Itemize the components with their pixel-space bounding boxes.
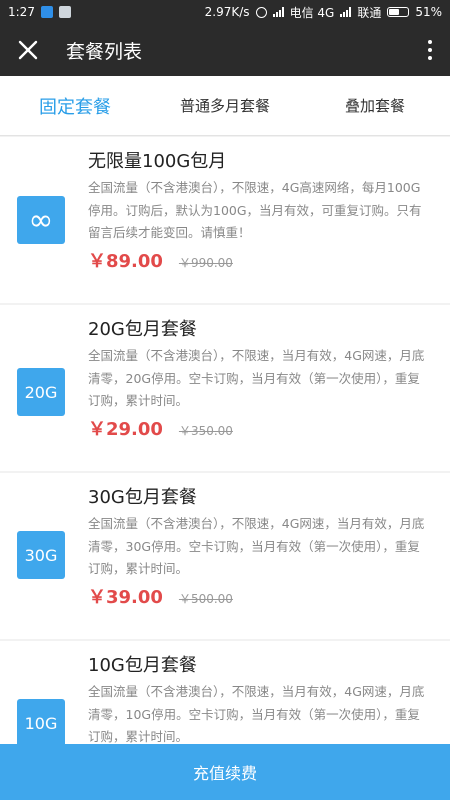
signal-icon-2 [340, 7, 352, 17]
plan-body: 20G包月套餐 全国流量（不含港澳台），不限速，当月有效，4G网速，月底清零，2… [88, 317, 426, 441]
battery-icon [387, 7, 410, 17]
plan-description: 全国流量（不含港澳台），不限速，当月有效，4G网速，月底清零，10G停用。空卡订… [88, 684, 425, 744]
plan-list: ∞ 无限量100G包月 全国流量（不含港澳台），不限速，4G高速网络，每月100… [0, 137, 450, 744]
close-icon [18, 40, 38, 60]
plan-body: 10G包月套餐 全国流量（不含港澳台），不限速，当月有效，4G网速，月底清零，1… [88, 653, 426, 744]
plan-badge-10g: 10G [17, 699, 65, 744]
plan-original-price: ￥350.00 [178, 423, 233, 438]
plan-price: ￥29.00 [88, 418, 163, 440]
plan-description: 全国流量（不含港澳台），不限速，4G网速，当月有效，月底清零，30G停用。空卡订… [88, 516, 425, 576]
status-right: 2.97K/s 电信 4G 联通 51% [205, 4, 442, 21]
plan-badge-20g: 20G [17, 368, 65, 416]
infinity-icon: ∞ [17, 196, 65, 244]
app-notification-icon [40, 6, 53, 18]
close-button[interactable] [0, 24, 56, 76]
recharge-button[interactable]: 充值续费 [0, 744, 450, 800]
more-vertical-icon [428, 40, 432, 44]
plan-title: 10G包月套餐 [88, 655, 197, 676]
plan-card-unlimited-100g[interactable]: ∞ 无限量100G包月 全国流量（不含港澳台），不限速，4G高速网络，每月100… [0, 137, 450, 303]
plan-title: 20G包月套餐 [88, 319, 197, 340]
carrier-2: 联通 [357, 5, 382, 20]
plan-prices: ￥29.00 ￥350.00 [88, 415, 426, 441]
plan-price: ￥39.00 [88, 586, 163, 608]
alarm-icon [255, 6, 267, 18]
plan-description: 全国流量（不含港澳台），不限速，4G高速网络，每月100G停用。订购后，默认为1… [88, 180, 422, 240]
battery-level: 51% [415, 5, 442, 19]
plan-body: 30G包月套餐 全国流量（不含港澳台），不限速，4G网速，当月有效，月底清零，3… [88, 485, 426, 609]
plan-card-30g[interactable]: 30G 30G包月套餐 全国流量（不含港澳台），不限速，4G网速，当月有效，月底… [0, 473, 450, 639]
message-notification-icon [58, 6, 71, 18]
plan-prices: ￥39.00 ￥500.00 [88, 583, 426, 609]
plan-title: 30G包月套餐 [88, 487, 197, 508]
plan-badge-30g: 30G [17, 531, 65, 579]
title-bar: 套餐列表 [0, 24, 450, 76]
status-left: 1:27 [8, 5, 71, 19]
plan-card-10g[interactable]: 10G 10G包月套餐 全国流量（不含港澳台），不限速，当月有效，4G网速，月底… [0, 641, 450, 744]
page-title: 套餐列表 [66, 40, 143, 63]
tab-addon-plans[interactable]: 叠加套餐 [300, 95, 450, 116]
signal-icon [272, 7, 284, 17]
plan-card-20g[interactable]: 20G 20G包月套餐 全国流量（不含港澳台），不限速，当月有效，4G网速，月底… [0, 305, 450, 471]
network-speed: 2.97K/s [204, 5, 250, 19]
plan-tabs: 固定套餐 普通多月套餐 叠加套餐 [0, 76, 450, 136]
plan-original-price: ￥500.00 [178, 591, 233, 606]
plan-description: 全国流量（不含港澳台），不限速，当月有效，4G网速，月底清零，20G停用。空卡订… [88, 348, 425, 408]
plan-prices: ￥89.00 ￥990.00 [88, 247, 426, 273]
status-time: 1:27 [8, 5, 35, 19]
plan-price: ￥89.00 [88, 250, 163, 272]
carrier-1: 电信 4G [289, 5, 335, 20]
tab-fixed-plans[interactable]: 固定套餐 [0, 93, 150, 119]
more-options-button[interactable] [410, 24, 450, 76]
status-bar: 1:27 2.97K/s 电信 4G 联通 51% [0, 0, 450, 24]
plan-body: 无限量100G包月 全国流量（不含港澳台），不限速，4G高速网络，每月100G停… [88, 149, 426, 273]
tab-multi-month-plans[interactable]: 普通多月套餐 [150, 95, 300, 116]
plan-title: 无限量100G包月 [88, 151, 227, 172]
plan-original-price: ￥990.00 [178, 255, 233, 270]
